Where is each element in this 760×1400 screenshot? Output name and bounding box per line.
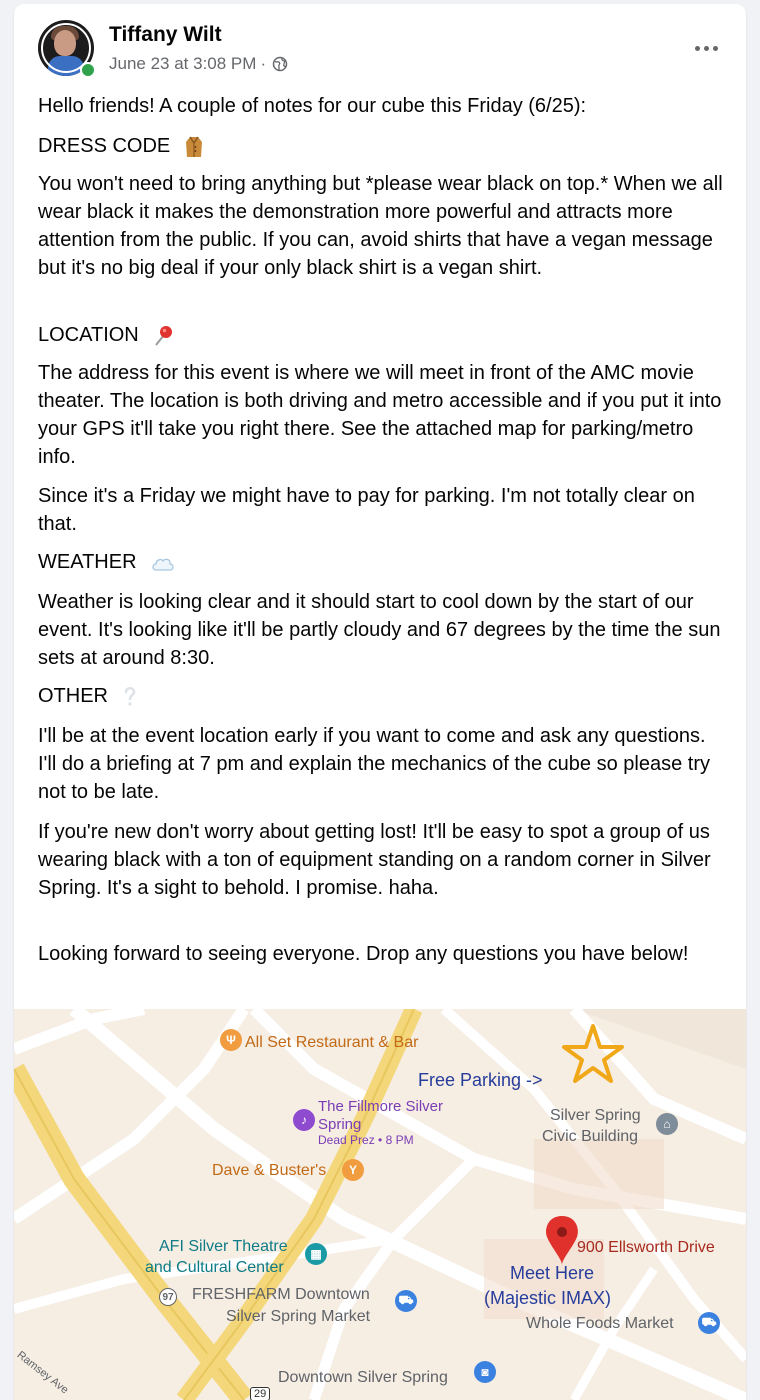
attached-map[interactable]: Ψ All Set Restaurant & Bar Free Parking … bbox=[14, 1009, 746, 1400]
civic-building-icon: ⌂ bbox=[656, 1113, 678, 1135]
section-heading-dress-code: DRESS CODE bbox=[38, 132, 204, 160]
more-horizontal-icon bbox=[694, 45, 700, 51]
globe-icon[interactable] bbox=[272, 56, 288, 72]
map-label-address: 900 Ellsworth Drive bbox=[577, 1239, 715, 1256]
map-label-fillmore-event: Dead Prez • 8 PM bbox=[318, 1133, 414, 1147]
question-mark-emoji-icon bbox=[124, 686, 135, 706]
coat-emoji-icon bbox=[185, 136, 202, 157]
post-timestamp[interactable]: June 23 at 3:08 PM bbox=[109, 54, 256, 74]
more-dot bbox=[712, 45, 718, 51]
post-header: Tiffany Wilt June 23 at 3:08 PM · bbox=[14, 4, 746, 90]
section-heading-weather: WEATHER bbox=[38, 548, 176, 576]
author-name[interactable]: Tiffany Wilt bbox=[109, 23, 222, 47]
map-label-freshfarm-1: FRESHFARM Downtown bbox=[192, 1286, 370, 1303]
map-label-whole-foods: Whole Foods Market bbox=[526, 1315, 674, 1332]
section-heading-label: LOCATION bbox=[38, 324, 139, 346]
map-label-fillmore-1: The Fillmore Silver bbox=[318, 1098, 444, 1115]
pushpin-emoji-icon bbox=[155, 325, 173, 346]
shopping-bag-icon: ◙ bbox=[474, 1361, 496, 1383]
grocery-cart-icon: ⛟ bbox=[698, 1312, 720, 1334]
map-label-afi-1: AFI Silver Theatre bbox=[159, 1238, 288, 1255]
post-paragraph: Looking forward to seeing everyone. Drop… bbox=[38, 943, 689, 965]
section-heading-other: OTHER bbox=[38, 682, 138, 710]
online-status-icon bbox=[80, 62, 96, 78]
map-label-freshfarm-2: Silver Spring Market bbox=[226, 1308, 371, 1325]
restaurant-icon: Ψ bbox=[220, 1029, 242, 1051]
post-paragraph: Hello friends! A couple of notes for our… bbox=[38, 95, 587, 117]
map-label-civic-1: Silver Spring bbox=[550, 1107, 641, 1124]
map-label-restaurant: All Set Restaurant & Bar bbox=[245, 1034, 419, 1051]
map-roads bbox=[14, 1009, 746, 1400]
shopping-cart-icon: ⛟ bbox=[395, 1290, 417, 1312]
post-paragraph: You won't need to bring anything but *pl… bbox=[38, 173, 723, 279]
route-97-icon: 97 bbox=[159, 1288, 177, 1306]
more-options-button[interactable] bbox=[688, 30, 724, 66]
map-label-downtown: Downtown Silver Spring bbox=[278, 1369, 448, 1386]
meta-separator: · bbox=[260, 54, 267, 73]
post-paragraph: Weather is looking clear and it should s… bbox=[38, 591, 721, 669]
post-card: Tiffany Wilt June 23 at 3:08 PM · Hello … bbox=[14, 4, 746, 1400]
post-meta: June 23 at 3:08 PM · bbox=[109, 54, 288, 74]
post-paragraph: Since it's a Friday we might have to pay… bbox=[38, 485, 695, 535]
cloud-emoji-icon bbox=[152, 558, 174, 571]
post-paragraph: I'll be at the event location early if y… bbox=[38, 725, 710, 803]
map-label-meet-1: Meet Here bbox=[510, 1263, 595, 1283]
theater-icon: ▦ bbox=[305, 1243, 327, 1265]
map-label-free-parking: Free Parking -> bbox=[418, 1070, 543, 1090]
more-dot bbox=[703, 45, 709, 51]
section-heading-label: WEATHER bbox=[38, 551, 137, 573]
section-heading-label: DRESS CODE bbox=[38, 135, 171, 157]
section-heading-label: OTHER bbox=[38, 685, 108, 707]
map-label-afi-2: and Cultural Center bbox=[145, 1259, 284, 1276]
map-label-meet-2: (Majestic IMAX) bbox=[484, 1288, 612, 1308]
section-heading-location: LOCATION bbox=[38, 321, 174, 349]
map-label-civic-2: Civic Building bbox=[542, 1128, 639, 1145]
bar-icon: Y bbox=[342, 1159, 364, 1181]
post-paragraph: The address for this event is where we w… bbox=[38, 362, 722, 468]
post-paragraph: If you're new don't worry about getting … bbox=[38, 821, 711, 899]
map-label-dave-busters: Dave & Buster's bbox=[212, 1162, 327, 1179]
map-label-fillmore-2: Spring bbox=[318, 1116, 362, 1133]
route-29-icon: 29 bbox=[250, 1387, 271, 1400]
music-venue-icon: ♪ bbox=[293, 1109, 315, 1131]
